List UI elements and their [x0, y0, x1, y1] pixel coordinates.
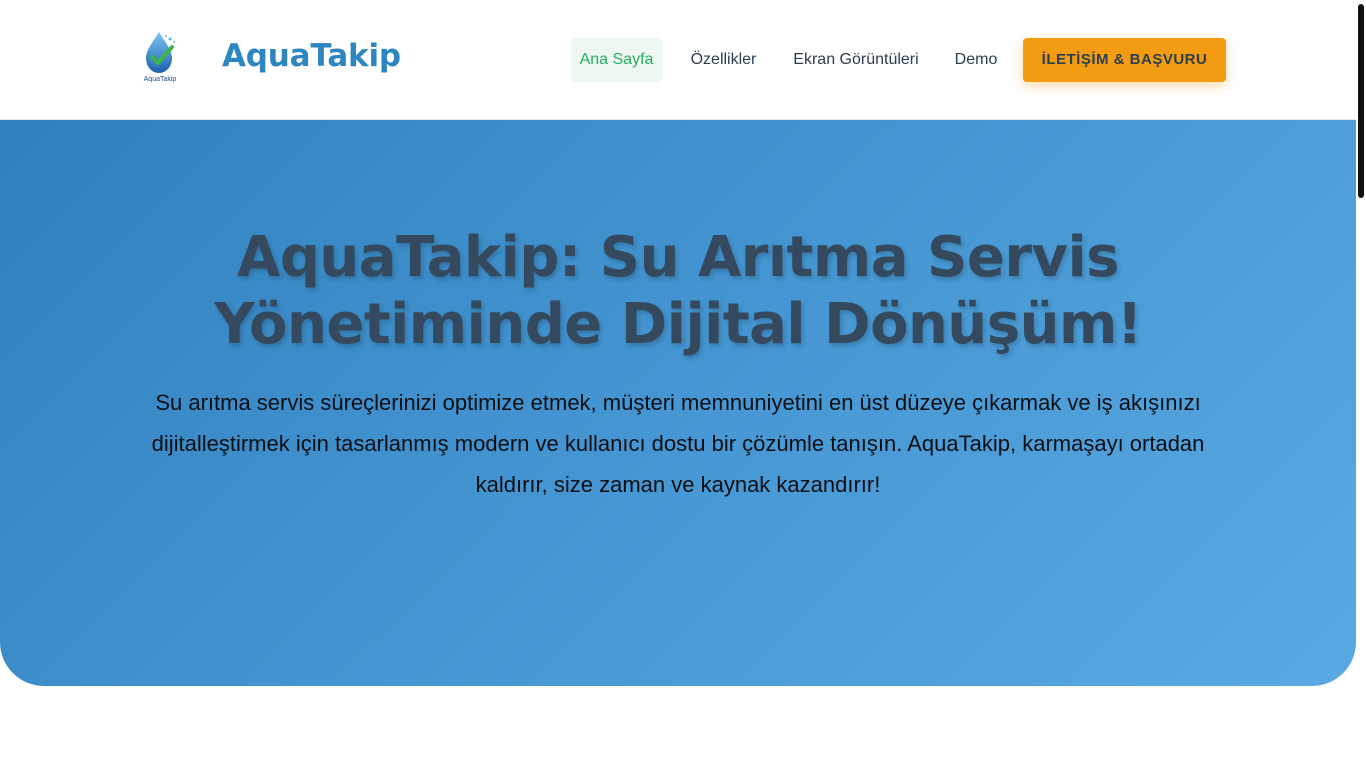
- nav-screenshots[interactable]: Ekran Görüntüleri: [785, 38, 927, 82]
- nav-home[interactable]: Ana Sayfa: [571, 38, 662, 82]
- hero-description: Su arıtma servis süreçlerinizi optimize …: [151, 390, 1205, 497]
- hero-section: AquaTakip: Su Arıtma Servis Yönetiminde …: [0, 120, 1356, 686]
- scrollbar-thumb[interactable]: [1358, 4, 1364, 198]
- brand-name[interactable]: AquaTakip: [222, 38, 401, 74]
- site-header: AquaTakip AquaTakip Ana Sayfa Özellikler…: [0, 0, 1356, 120]
- logo-link[interactable]: AquaTakip: [139, 30, 181, 88]
- page: AquaTakip AquaTakip Ana Sayfa Özellikler…: [0, 0, 1366, 768]
- nav-demo[interactable]: Demo: [947, 38, 1005, 82]
- nav-features[interactable]: Özellikler: [682, 38, 765, 82]
- water-drop-check-icon: [146, 32, 175, 73]
- contact-apply-button[interactable]: İLETİŞİM & BAŞVURU: [1023, 38, 1226, 82]
- hero-title: AquaTakip: Su Arıtma Servis Yönetiminde …: [214, 225, 1142, 357]
- logo-caption: AquaTakip: [143, 76, 177, 83]
